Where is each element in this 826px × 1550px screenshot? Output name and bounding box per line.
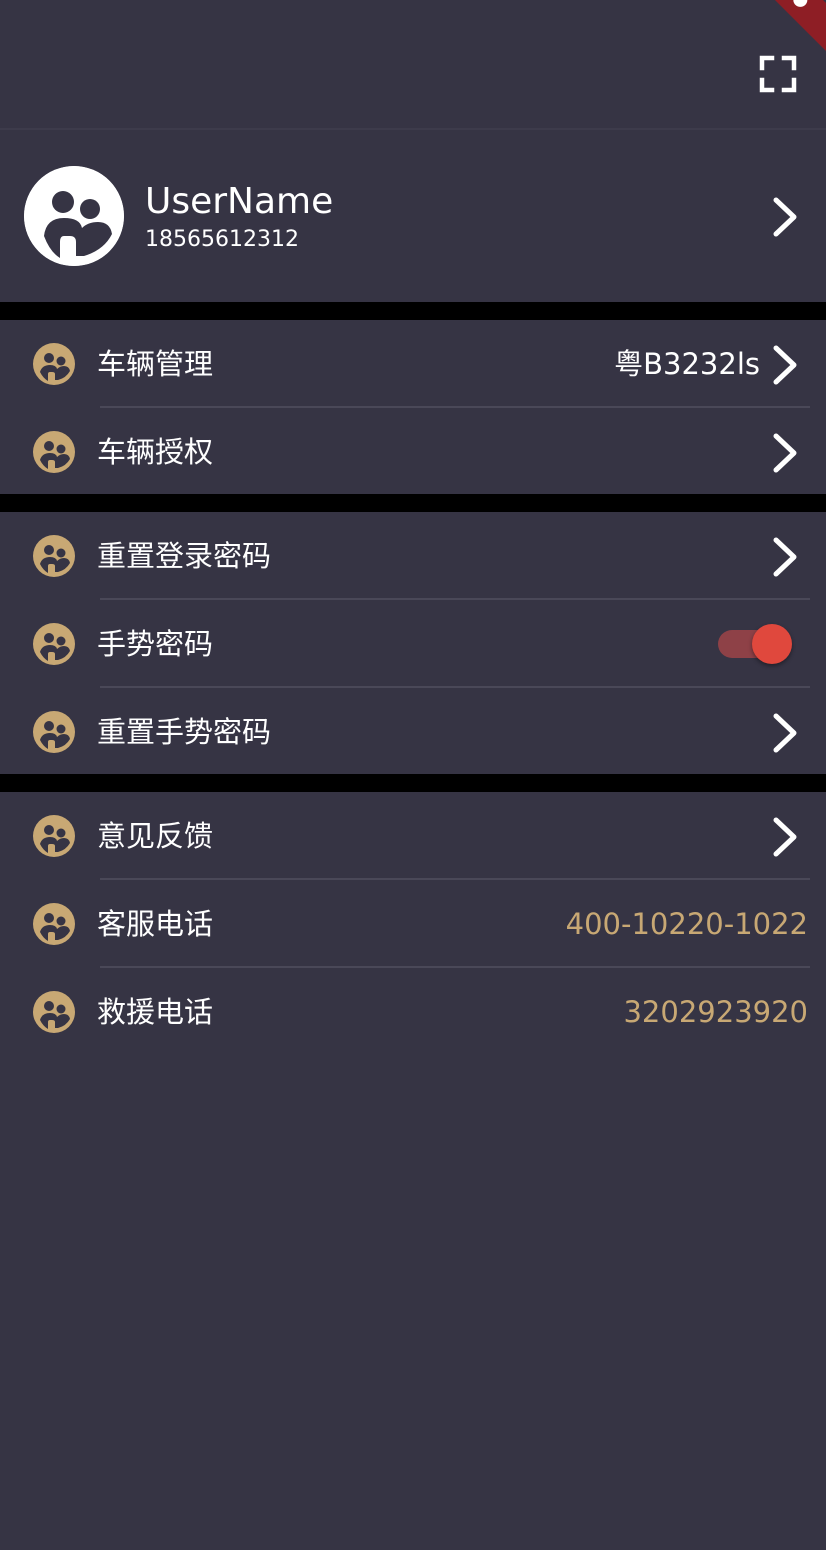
vehicle-plate-value: 粤B3232ls xyxy=(614,347,760,381)
face-icon xyxy=(33,711,75,753)
user-avatar-icon xyxy=(24,166,124,266)
app-bar xyxy=(0,0,826,130)
menu-row-customer-service-phone[interactable]: 客服电话 400-10220-1022 xyxy=(0,880,826,968)
face-icon xyxy=(33,991,75,1033)
menu-row-feedback[interactable]: 意见反馈 xyxy=(0,792,826,880)
chevron-right-icon xyxy=(773,817,797,857)
menu-row-label: 客服电话 xyxy=(97,907,214,941)
menu-row-vehicle-management[interactable]: 车辆管理 粤B3232ls xyxy=(0,320,826,408)
user-phone: 18565612312 xyxy=(145,227,299,252)
chevron-right-icon xyxy=(773,713,797,753)
toggle-knob xyxy=(752,624,792,664)
settings-screen: UserName 18565612312 车辆管理 粤B3232ls 车辆授权 xyxy=(0,0,826,1550)
menu-row-label: 救援电话 xyxy=(97,995,214,1029)
username: UserName xyxy=(145,181,334,222)
chevron-right-icon xyxy=(773,433,797,473)
customer-service-phone-value[interactable]: 400-10220-1022 xyxy=(566,904,808,944)
face-icon xyxy=(33,535,75,577)
menu-row-label: 重置登录密码 xyxy=(97,539,272,573)
menu-row-reset-login-password[interactable]: 重置登录密码 xyxy=(0,512,826,600)
rescue-phone-value[interactable]: 3202923920 xyxy=(623,992,808,1032)
profile-header[interactable]: UserName 18565612312 xyxy=(0,132,826,302)
chevron-right-icon xyxy=(773,197,797,237)
face-icon xyxy=(33,343,75,385)
menu-row-label: 重置手势密码 xyxy=(97,715,272,749)
menu-row-rescue-phone[interactable]: 救援电话 3202923920 xyxy=(0,968,826,1056)
section-separator xyxy=(0,302,826,320)
face-icon xyxy=(33,431,75,473)
menu-row-label: 车辆管理 xyxy=(97,347,214,381)
menu-row-gesture-password: 手势密码 xyxy=(0,600,826,688)
scan-frame-icon[interactable] xyxy=(754,50,802,98)
chevron-right-icon xyxy=(773,537,797,577)
face-icon xyxy=(33,903,75,945)
gesture-password-toggle[interactable] xyxy=(716,624,792,664)
section-separator xyxy=(0,494,826,512)
menu-row-label: 意见反馈 xyxy=(97,819,214,853)
menu-row-reset-gesture-password[interactable]: 重置手势密码 xyxy=(0,688,826,776)
face-icon xyxy=(33,815,75,857)
section-separator xyxy=(0,774,826,792)
menu-row-label: 车辆授权 xyxy=(97,435,214,469)
chevron-right-icon xyxy=(773,345,797,385)
face-icon xyxy=(33,623,75,665)
menu-row-label: 手势密码 xyxy=(97,627,214,661)
menu-row-vehicle-authorization[interactable]: 车辆授权 xyxy=(0,408,826,496)
